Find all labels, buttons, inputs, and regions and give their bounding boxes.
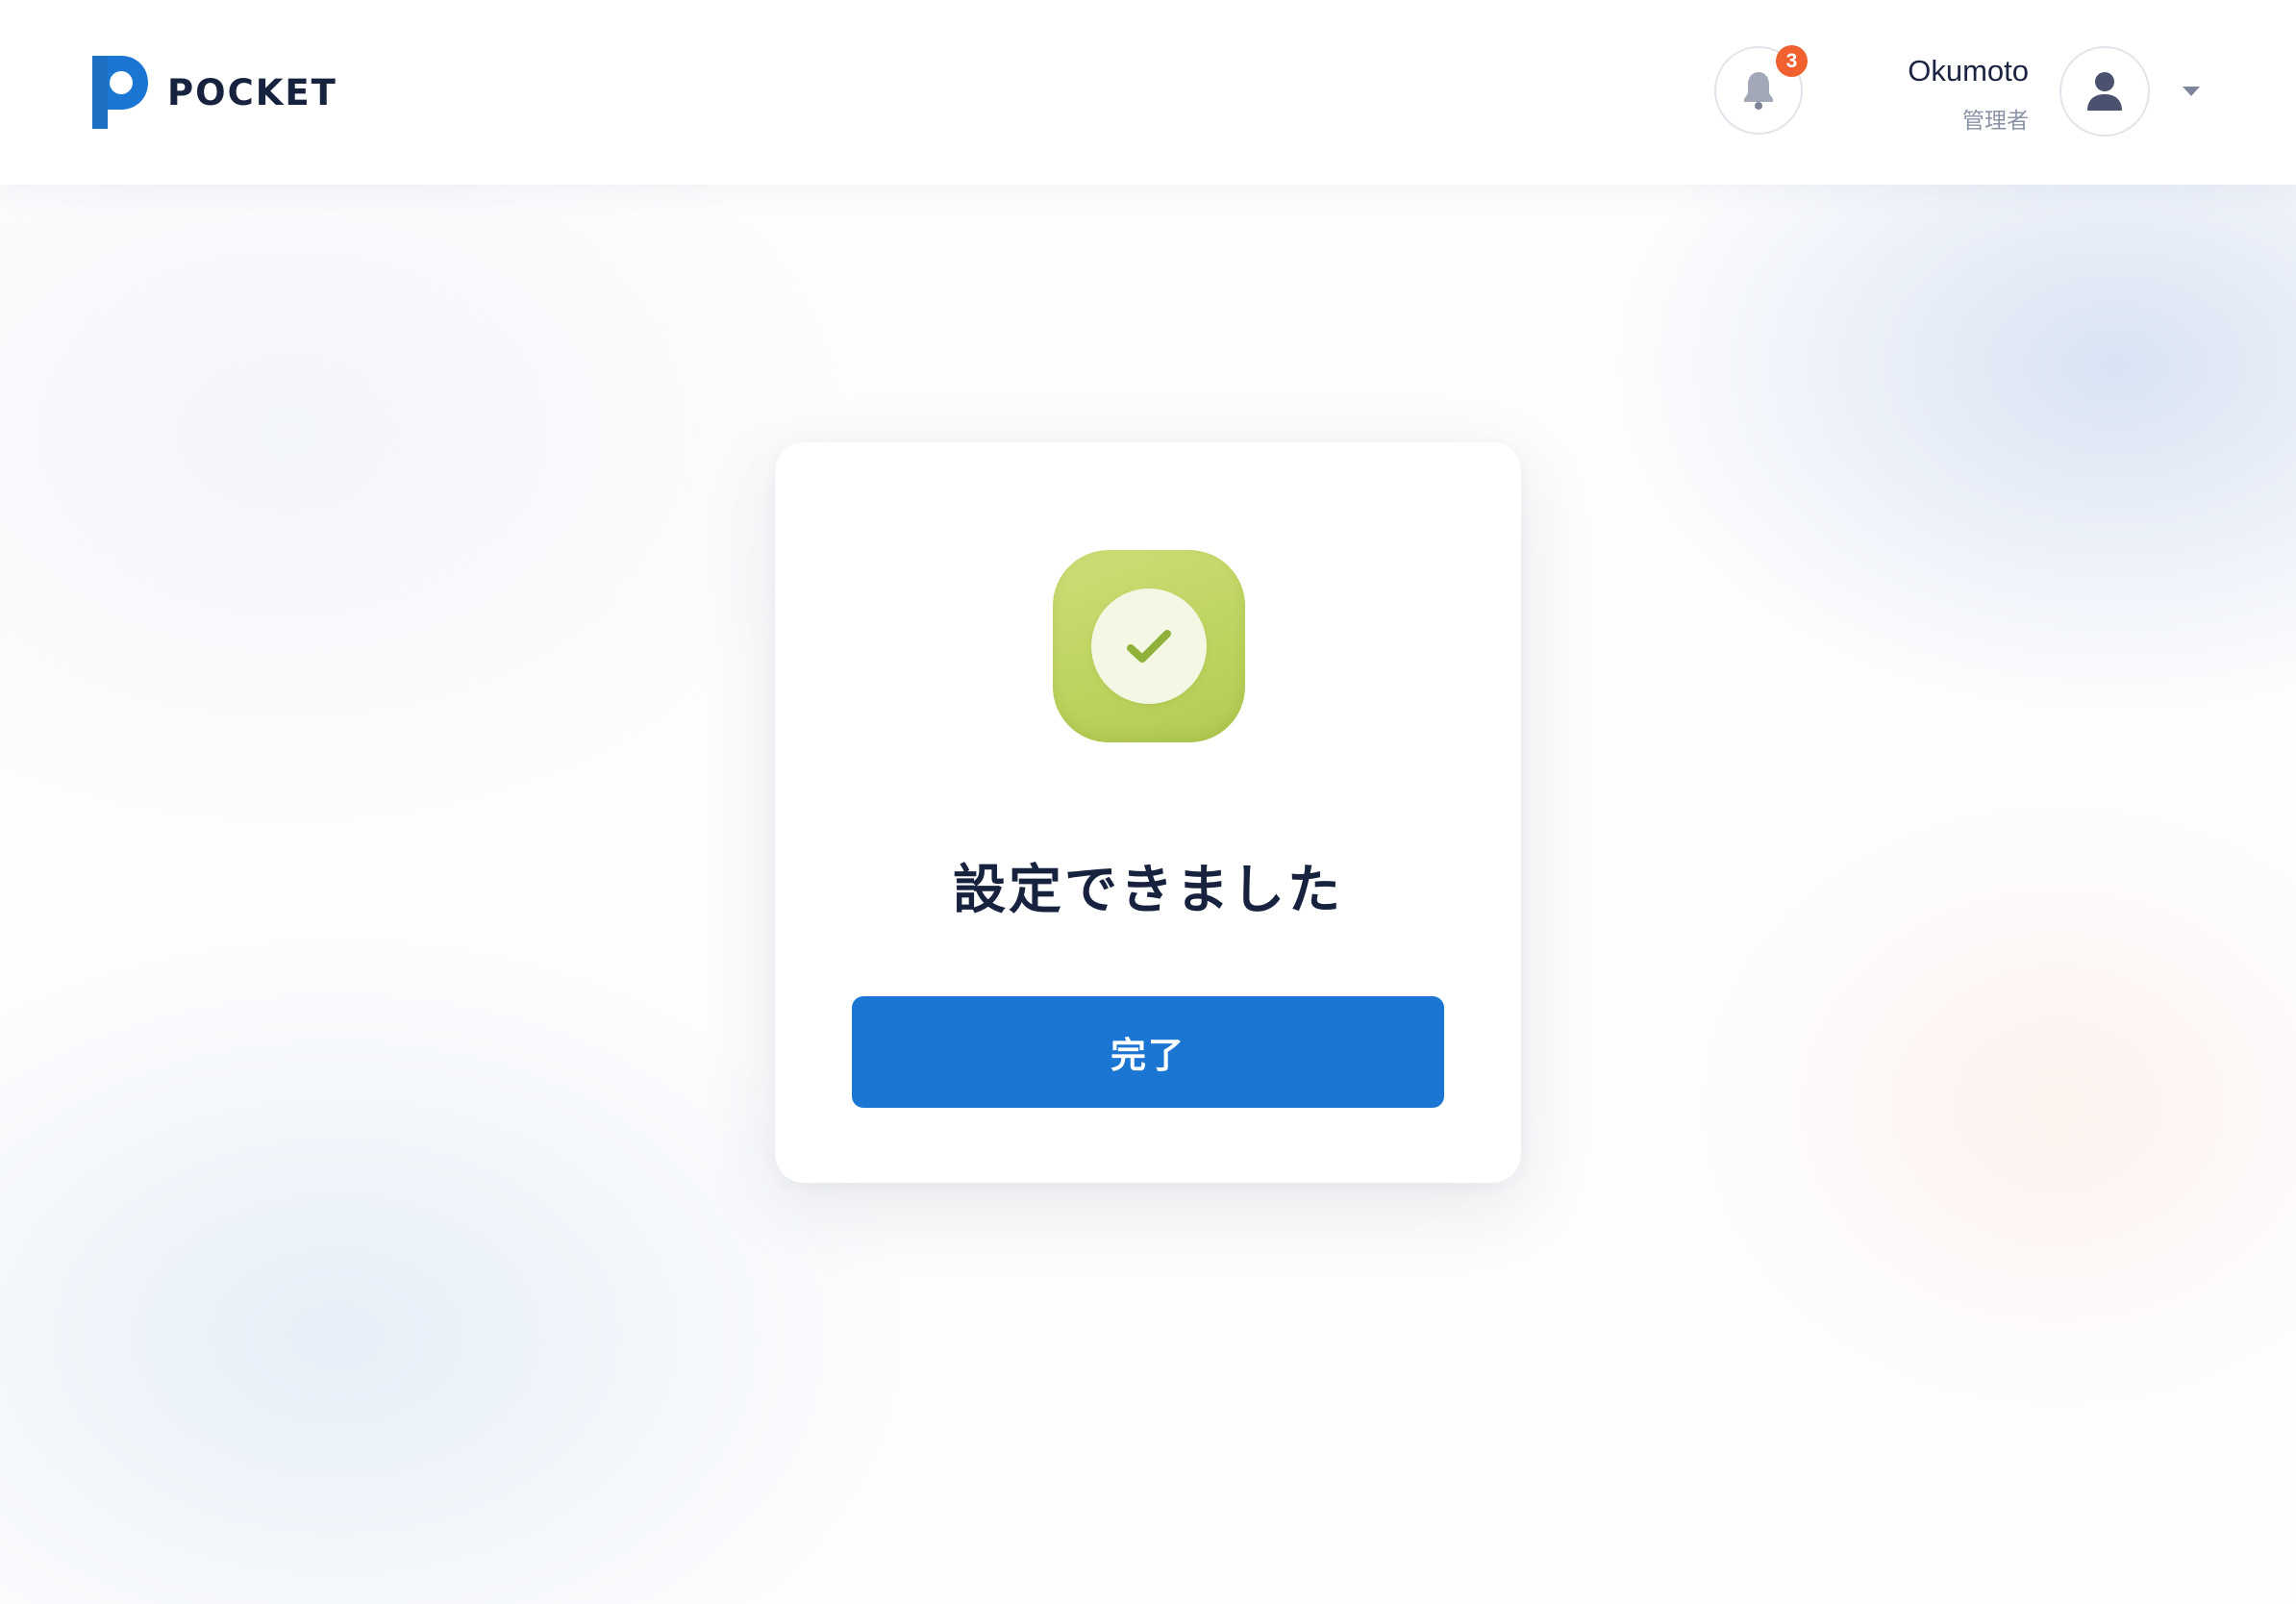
user-icon: [2087, 72, 2122, 111]
brand-logo[interactable]: POCKET: [92, 56, 337, 129]
notification-count-badge: 3: [1776, 45, 1808, 77]
bell-icon: [1744, 72, 1773, 110]
done-button[interactable]: 完了: [852, 996, 1444, 1108]
check-icon: [1127, 630, 1171, 663]
user-name: Okumoto: [1908, 54, 2029, 88]
user-role: 管理者: [1962, 108, 2029, 133]
avatar-button[interactable]: [2059, 46, 2150, 137]
user-menu-dropdown[interactable]: [2181, 81, 2202, 102]
pocket-logo-icon: [92, 56, 148, 129]
success-badge-inner: [1091, 589, 1207, 704]
caret-down-icon: [2183, 87, 2200, 96]
top-header: POCKET 3 Okumoto 管理者: [0, 0, 2296, 185]
success-dialog: 設定できました 完了: [775, 442, 1521, 1183]
success-message: 設定できました: [952, 859, 1343, 920]
success-badge: [1053, 550, 1245, 742]
brand-name: POCKET: [167, 71, 337, 113]
